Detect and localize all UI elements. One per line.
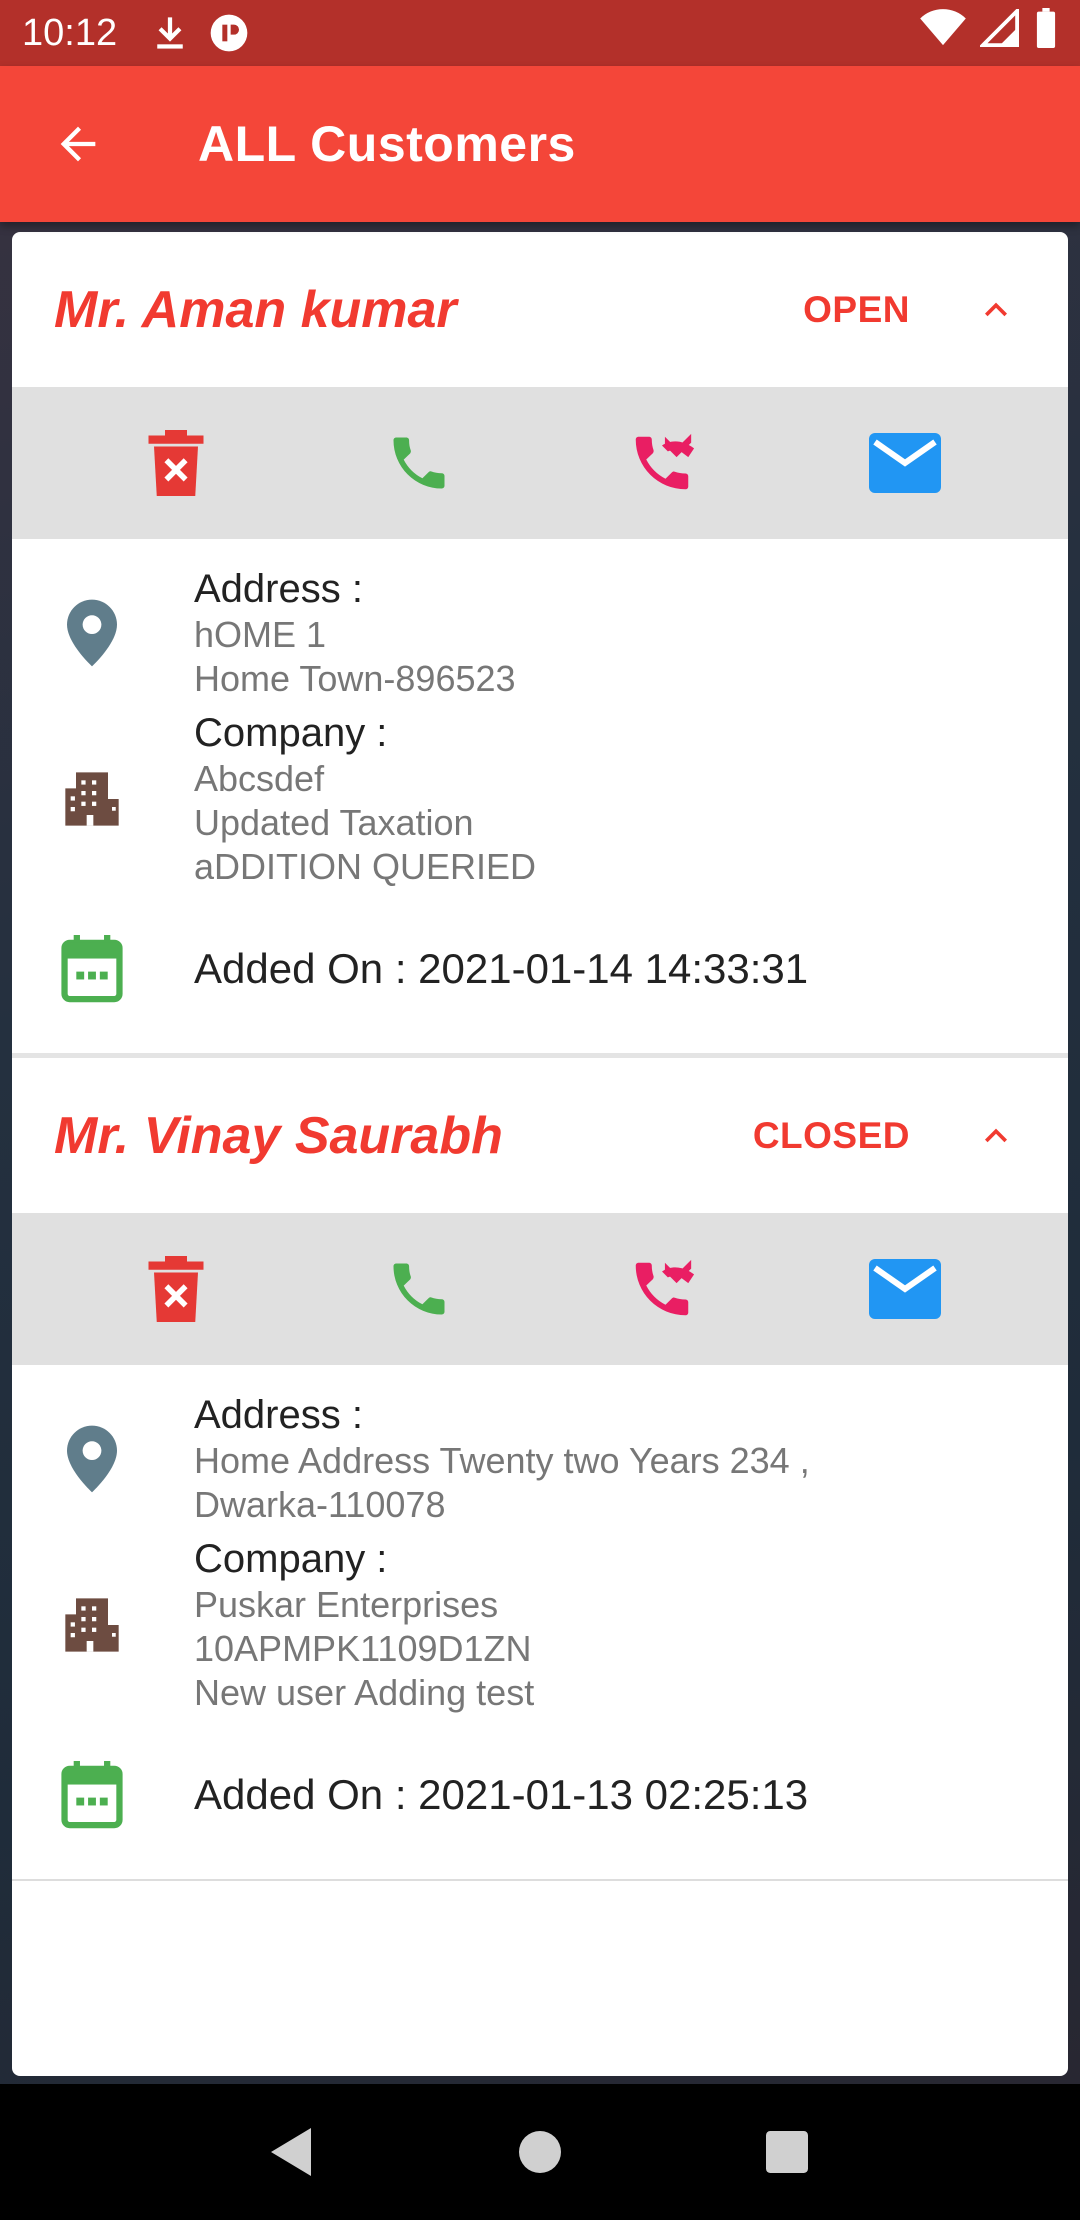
nav-home-icon [518, 2131, 561, 2173]
delete-icon [148, 1256, 203, 1322]
status-time: 10:12 [22, 11, 118, 54]
company-line-3: New user Adding test [194, 1672, 535, 1713]
system-nav-bar [0, 2084, 1080, 2220]
company-line-1: Puskar Enterprises [194, 1584, 499, 1625]
company-row: Company : Puskar Enterprises 10APMPK1109… [12, 1537, 1068, 1713]
missed-call-button[interactable] [612, 413, 712, 513]
address-block: Address : hOME 1 Home Town-896523 [194, 565, 1068, 701]
building-icon [60, 1593, 124, 1657]
company-row: Company : Abcsdef Updated Taxation aDDIT… [12, 711, 1068, 887]
status-right-icons [920, 6, 1058, 58]
customer-name: Mr. Aman kumar [54, 280, 457, 339]
customer-name: Mr. Vinay Saurabh [54, 1106, 503, 1165]
collapse-button[interactable] [966, 280, 1026, 340]
call-button[interactable] [369, 413, 469, 513]
call-button[interactable] [369, 1239, 469, 1339]
mail-icon [868, 1259, 941, 1319]
nav-back-icon [271, 2128, 312, 2176]
added-on-row: Added On : 2021-01-13 02:25:13 [12, 1711, 1068, 1879]
email-button[interactable] [855, 1239, 955, 1339]
customer-card-header[interactable]: Mr. Aman kumar OPEN [12, 232, 1068, 387]
missed-call-button[interactable] [612, 1239, 712, 1339]
app-notification-icon [209, 13, 249, 53]
company-block: Company : Puskar Enterprises 10APMPK1109… [194, 1535, 1068, 1715]
customer-list[interactable]: Mr. Aman kumar OPEN Address: hOME 1 Hom… [12, 232, 1068, 2076]
customer-card-header[interactable]: Mr. Vinay Saurabh CLOSED [12, 1058, 1068, 1213]
delete-button[interactable] [126, 413, 226, 513]
address-label: Address : [194, 1393, 363, 1437]
company-label: Company : [194, 711, 388, 755]
address-row: Address : hOME 1 Home Town-896523 [12, 553, 1068, 713]
phone-icon [393, 1263, 444, 1315]
company-label: Company : [194, 1537, 388, 1581]
added-on-text: Added On : 2021-01-13 02:25:13 [194, 1771, 809, 1818]
calendar-icon [60, 1761, 124, 1829]
chevron-up-icon [985, 1128, 1007, 1142]
chevron-up-icon [985, 302, 1007, 316]
status-bar: 10:12 [0, 0, 1080, 66]
mail-icon [868, 433, 941, 493]
customer-details: Address : Home Address Twenty two Years … [12, 1365, 1068, 1879]
calendar-icon [60, 935, 124, 1003]
address-line-1: hOME 1 [194, 614, 327, 655]
battery-icon [1034, 8, 1058, 58]
location-icon [60, 1425, 124, 1493]
signal-icon [978, 6, 1020, 57]
address-line-2: Home Town-896523 [194, 658, 516, 699]
nav-home-button[interactable] [500, 2112, 580, 2192]
added-on-block: Added On : 2021-01-13 02:25:13 [194, 1771, 1068, 1819]
customer-card: Mr. Aman kumar OPEN Address: hOME 1 Hom… [12, 232, 1068, 1058]
added-on-row: Added On : 2021-01-14 14:33:31 [12, 885, 1068, 1053]
company-line-3: aDDITION QUERIED [194, 846, 537, 887]
company-block: Company : Abcsdef Updated Taxation aDDIT… [194, 709, 1068, 889]
customer-actions [12, 1213, 1068, 1365]
email-button[interactable] [855, 413, 955, 513]
wifi-icon [920, 9, 966, 57]
status-badge: OPEN [803, 288, 910, 330]
collapse-button[interactable] [966, 1106, 1026, 1166]
missed-call-icon [635, 1259, 694, 1316]
customer-details: Address : hOME 1 Home Town-896523 Compan… [12, 539, 1068, 1053]
address-line-1: Home Address Twenty two Years 234 , [194, 1440, 810, 1481]
back-button[interactable] [38, 104, 118, 184]
address-label: Address : [194, 567, 363, 611]
nav-recents-icon [765, 2131, 808, 2173]
arrow-back-icon [60, 126, 96, 162]
added-on-text: Added On : 2021-01-14 14:33:31 [194, 945, 809, 992]
delete-button[interactable] [126, 1239, 226, 1339]
added-on-block: Added On : 2021-01-14 14:33:31 [194, 945, 1068, 993]
nav-back-button[interactable] [253, 2112, 333, 2192]
company-line-2: 10APMPK1109D1ZN [194, 1628, 532, 1669]
missed-call-icon [635, 433, 694, 490]
customer-actions [12, 387, 1068, 539]
phone-icon [393, 437, 444, 489]
delete-icon [148, 430, 203, 496]
nav-recents-button[interactable] [747, 2112, 827, 2192]
page-title: ALL Customers [198, 116, 576, 172]
app-bar: ALL Customers [0, 66, 1080, 222]
location-icon [60, 599, 124, 667]
company-line-1: Abcsdef [194, 758, 325, 799]
status-badge: CLOSED [752, 1114, 910, 1156]
card-divider [12, 1879, 1068, 1881]
address-row: Address : Home Address Twenty two Years … [12, 1379, 1068, 1539]
address-block: Address : Home Address Twenty two Years … [194, 1391, 1068, 1527]
customer-card: Mr. Vinay Saurabh CLOSED Address: Home … [12, 1058, 1068, 1881]
company-line-2: Updated Taxation [194, 802, 474, 843]
address-line-2: Dwarka-110078 [194, 1484, 446, 1525]
building-icon [60, 767, 124, 831]
download-icon [153, 14, 187, 52]
